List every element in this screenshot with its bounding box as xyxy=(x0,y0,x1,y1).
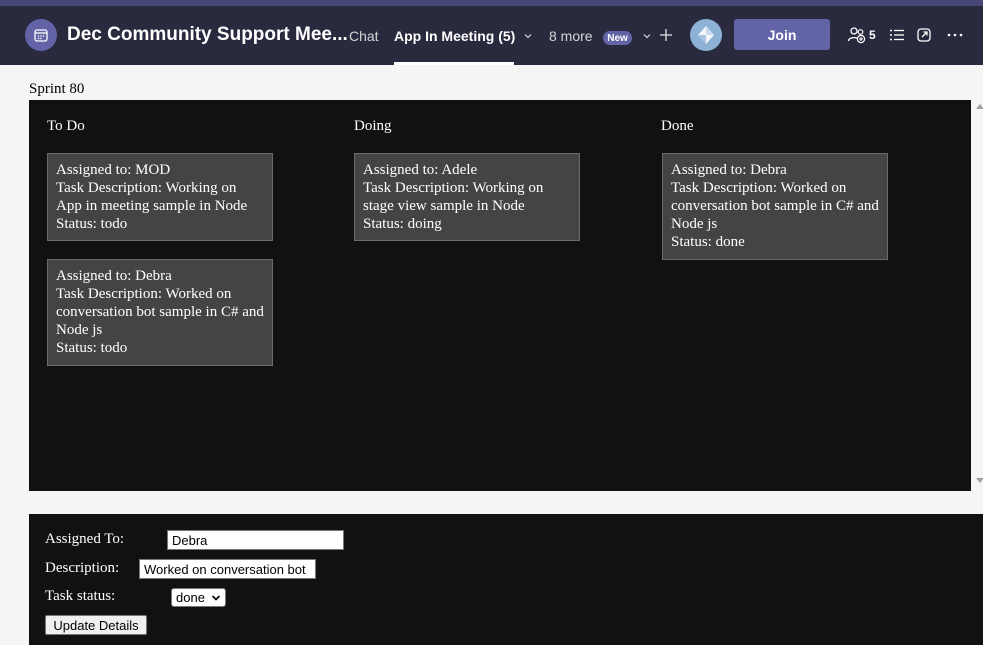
task-board: To Do Doing Done Assigned to: MOD Task D… xyxy=(29,100,971,491)
task-status-value: done xyxy=(176,590,205,605)
assigned-to-input[interactable]: Debra xyxy=(167,530,344,550)
card-description: Task Description: Working on App in meet… xyxy=(56,180,248,214)
card-assigned: Assigned to: Debra xyxy=(56,268,172,284)
card-assigned: Assigned to: MOD xyxy=(56,162,171,178)
avatar-icon[interactable] xyxy=(690,19,722,51)
calendar-icon xyxy=(25,19,57,51)
task-status-select[interactable]: done xyxy=(171,588,226,607)
card-description: Task Description: Working on stage view … xyxy=(363,180,544,214)
list-icon[interactable] xyxy=(888,26,906,44)
assigned-to-label: Assigned To: xyxy=(45,531,125,547)
participants-count: 5 xyxy=(869,28,876,42)
app-content: Sprint 80 To Do Doing Done Assigned to: … xyxy=(0,65,983,645)
tab-app-in-meeting[interactable]: App In Meeting (5) xyxy=(394,28,533,44)
column-header-done: Done xyxy=(661,118,694,134)
tab-chat[interactable]: Chat xyxy=(349,28,379,44)
column-header-todo: To Do xyxy=(47,118,85,134)
card-status: Status: todo xyxy=(56,340,128,356)
meeting-title: Dec Community Support Mee... xyxy=(67,24,348,45)
update-details-button[interactable]: Update Details xyxy=(45,615,147,635)
card-assigned: Assigned to: Adele xyxy=(363,162,478,178)
card-status: Status: doing xyxy=(363,216,442,232)
popout-icon[interactable] xyxy=(915,26,933,44)
card-status: Status: done xyxy=(671,234,745,250)
sprint-title: Sprint 80 xyxy=(29,81,85,97)
card-description: Task Description: Worked on conversation… xyxy=(671,180,879,232)
more-options-icon[interactable] xyxy=(945,26,965,44)
add-tab-icon[interactable] xyxy=(657,26,675,44)
new-badge: New xyxy=(603,31,632,45)
chevron-down-icon xyxy=(524,34,532,39)
meeting-header: Dec Community Support Mee... Chat App In… xyxy=(0,6,983,65)
task-card[interactable]: Assigned to: Adele Task Description: Wor… xyxy=(354,153,580,241)
participants-icon[interactable] xyxy=(847,25,867,45)
update-task-form: Assigned To: Debra Description: Worked o… xyxy=(29,514,983,645)
card-status: Status: todo xyxy=(56,216,128,232)
description-input[interactable]: Worked on conversation bot xyxy=(139,559,316,579)
card-assigned: Assigned to: Debra xyxy=(671,162,787,178)
task-status-label: Task status: xyxy=(45,588,116,604)
more-tabs-button[interactable]: 8 more xyxy=(549,28,593,44)
task-card[interactable]: Assigned to: Debra Task Description: Wor… xyxy=(662,153,888,260)
more-tabs-chevron-down-icon[interactable] xyxy=(641,29,653,43)
vertical-scrollbar[interactable] xyxy=(973,102,983,492)
select-chevron-down-icon xyxy=(211,595,221,601)
join-button[interactable]: Join xyxy=(734,19,830,50)
column-header-doing: Doing xyxy=(354,118,392,134)
scroll-down-arrow-icon[interactable] xyxy=(976,478,983,483)
card-description: Task Description: Worked on conversation… xyxy=(56,286,264,338)
tab-app-in-meeting-label: App In Meeting (5) xyxy=(394,28,516,44)
task-card[interactable]: Assigned to: MOD Task Description: Worki… xyxy=(47,153,273,241)
description-label: Description: xyxy=(45,560,120,576)
task-card[interactable]: Assigned to: Debra Task Description: Wor… xyxy=(47,259,273,366)
scroll-up-arrow-icon[interactable] xyxy=(976,104,983,109)
